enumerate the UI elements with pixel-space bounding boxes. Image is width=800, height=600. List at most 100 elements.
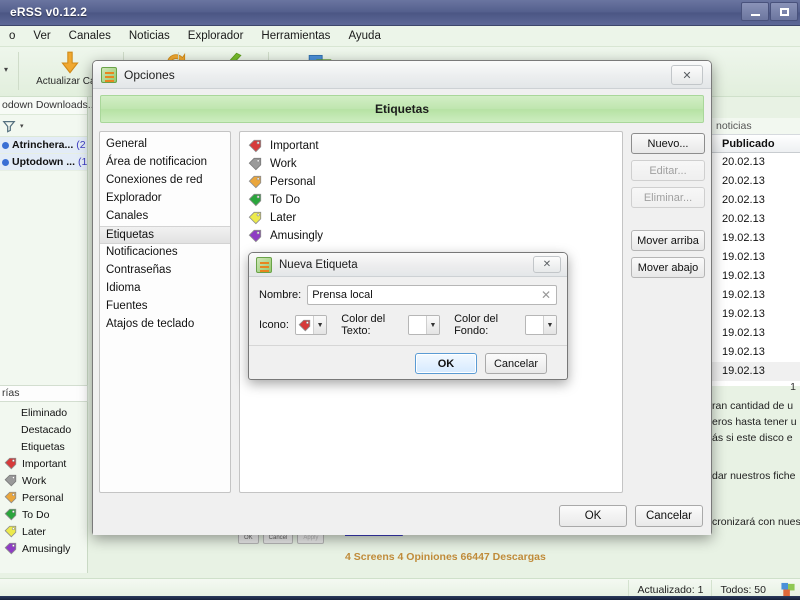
icon-label: Icono: <box>259 319 289 331</box>
feed-item-uptodown[interactable]: Uptodown ... (1 <box>0 154 87 171</box>
news-row[interactable]: 20.02.13 <box>712 210 800 229</box>
menu-item-ver[interactable]: Ver <box>24 28 59 44</box>
news-row[interactable]: 20.02.13 <box>712 153 800 172</box>
nav-item-atajos-teclado[interactable]: Atajos de teclado <box>100 316 230 334</box>
category-item-important[interactable]: Important <box>0 455 88 472</box>
category-item-todo[interactable]: To Do <box>0 506 88 523</box>
mover-abajo-button[interactable]: Mover abajo <box>631 257 705 278</box>
nuevo-button[interactable]: Nuevo... <box>631 133 705 154</box>
tag-row-todo[interactable]: To Do <box>248 191 622 209</box>
nav-item-etiquetas[interactable]: Etiquetas <box>100 226 230 244</box>
news-column-header-publicado[interactable]: Publicado <box>712 134 800 153</box>
news-row[interactable]: 19.02.13 <box>712 267 800 286</box>
options-ok-button[interactable]: OK <box>559 505 627 527</box>
article-stats: 4 Screens 4 Opiniones 66447 Descargas <box>345 551 546 563</box>
feed-count-uptodown: (1 <box>78 156 88 168</box>
tag-row-personal[interactable]: Personal <box>248 173 622 191</box>
options-cancel-button[interactable]: Cancelar <box>635 505 703 527</box>
news-row[interactable]: 19.02.13 <box>712 362 800 381</box>
feed-item-atrinchera[interactable]: Atrinchera... (2 <box>0 137 87 154</box>
tag-icon <box>248 193 262 207</box>
article-line: dar nuestros fiche <box>712 470 796 482</box>
news-row[interactable]: 19.02.13 <box>712 248 800 267</box>
rss-app-icon <box>256 256 272 273</box>
feed-count-atrinchera: (2 <box>76 139 86 151</box>
category-item-destacado[interactable]: Destacado <box>0 421 88 438</box>
tag-row-later[interactable]: Later <box>248 209 622 227</box>
bg-color-combo[interactable]: ▼ <box>524 315 558 335</box>
menu-item-canales[interactable]: Canales <box>60 28 120 44</box>
category-label-personal: Personal <box>22 491 64 504</box>
tag-row-work[interactable]: Work <box>248 155 622 173</box>
news-row[interactable]: 19.02.13 <box>712 343 800 362</box>
tag-icon <box>4 542 17 555</box>
nav-item-general[interactable]: General <box>100 136 230 154</box>
nav-item-notificaciones[interactable]: Notificaciones <box>100 244 230 262</box>
desktop-taskbar <box>0 596 800 600</box>
tag-row-important[interactable]: Important <box>248 137 622 155</box>
icon-combo[interactable]: ▼ <box>294 315 328 335</box>
news-row[interactable]: 19.02.13 <box>712 305 800 324</box>
chevron-down-icon[interactable]: ▼ <box>543 316 557 334</box>
news-row[interactable]: 20.02.13 <box>712 191 800 210</box>
category-item-later[interactable]: Later <box>0 523 88 540</box>
nav-item-contrasenas[interactable]: Contraseñas <box>100 262 230 280</box>
category-item-personal[interactable]: Personal <box>0 489 88 506</box>
new-tag-cancel-button[interactable]: Cancelar <box>485 353 547 374</box>
categories-list: Eliminado Destacado Etiquetas Important … <box>0 404 88 557</box>
feeds-filter-row[interactable]: ▾ <box>0 115 87 137</box>
nav-item-explorador[interactable]: Explorador <box>100 190 230 208</box>
category-item-eliminado[interactable]: Eliminado <box>0 404 88 421</box>
menu-item-noticias[interactable]: Noticias <box>120 28 179 44</box>
new-tag-ok-button[interactable]: OK <box>415 353 477 374</box>
application-screen: eRSS v0.12.2 o Ver Canales Noticias Expl… <box>0 0 800 600</box>
minimize-icon <box>750 13 760 16</box>
chevron-down-icon[interactable]: ▼ <box>314 316 327 334</box>
clear-icon[interactable]: ✕ <box>541 288 551 302</box>
nav-item-idioma[interactable]: Idioma <box>100 280 230 298</box>
nav-item-fuentes[interactable]: Fuentes <box>100 298 230 316</box>
menu-item-archivo[interactable]: o <box>0 28 24 44</box>
news-row[interactable]: 20.02.13 <box>712 172 800 191</box>
category-item-amusingly[interactable]: Amusingly <box>0 540 88 557</box>
tag-label-amusingly: Amusingly <box>270 230 324 242</box>
category-label-todo: To Do <box>22 508 50 521</box>
new-tag-close-button[interactable]: ✕ <box>533 256 561 273</box>
mover-arriba-button[interactable]: Mover arriba <box>631 230 705 251</box>
news-list-top-label: noticias <box>712 118 800 134</box>
nav-item-canales[interactable]: Canales <box>100 208 230 226</box>
category-item-work[interactable]: Work <box>0 472 88 489</box>
news-row[interactable]: 19.02.13 <box>712 286 800 305</box>
feeds-panel-header: odown Downloads... <box>0 97 97 115</box>
tag-row-amusingly[interactable]: Amusingly <box>248 227 622 245</box>
nav-item-conexiones-red[interactable]: Conexiones de red <box>100 172 230 190</box>
filter-chevron-down-icon[interactable]: ▾ <box>20 122 24 130</box>
news-list-footer: 1 <box>790 381 796 393</box>
menu-item-ayuda[interactable]: Ayuda <box>339 28 389 44</box>
category-item-etiquetas[interactable]: Etiquetas <box>0 438 88 455</box>
chevron-down-icon[interactable]: ▼ <box>426 316 440 334</box>
category-label-later: Later <box>22 525 46 538</box>
new-tag-dialog-title: Nueva Etiqueta <box>279 258 358 271</box>
article-line: ran cantidad de u <box>712 400 794 412</box>
minimize-button[interactable] <box>741 2 769 21</box>
news-row[interactable]: 19.02.13 <box>712 229 800 248</box>
editar-button: Editar... <box>631 160 705 181</box>
colors-icon[interactable] <box>780 582 796 597</box>
maximize-icon <box>779 7 789 16</box>
new-tag-footer: OK Cancelar <box>259 346 557 374</box>
name-input[interactable]: Prensa local ✕ <box>307 285 557 305</box>
toolbar-overflow-chevron-icon[interactable]: ▾ <box>4 65 8 74</box>
maximize-button[interactable] <box>770 2 798 21</box>
menu-item-herramientas[interactable]: Herramientas <box>252 28 339 44</box>
icon-color-row: Icono: ▼ Color del Texto: ▼ Color del Fo… <box>259 313 558 337</box>
options-close-button[interactable]: ✕ <box>671 65 703 85</box>
tag-label-personal: Personal <box>270 176 316 188</box>
text-color-combo[interactable]: ▼ <box>407 315 441 335</box>
menu-item-explorador[interactable]: Explorador <box>179 28 253 44</box>
app-title: eRSS v0.12.2 <box>10 5 88 19</box>
news-row[interactable]: 19.02.13 <box>712 324 800 343</box>
tag-label-important: Important <box>270 140 319 152</box>
funnel-icon[interactable] <box>2 119 16 133</box>
nav-item-area-notificacion[interactable]: Área de notificacion <box>100 154 230 172</box>
